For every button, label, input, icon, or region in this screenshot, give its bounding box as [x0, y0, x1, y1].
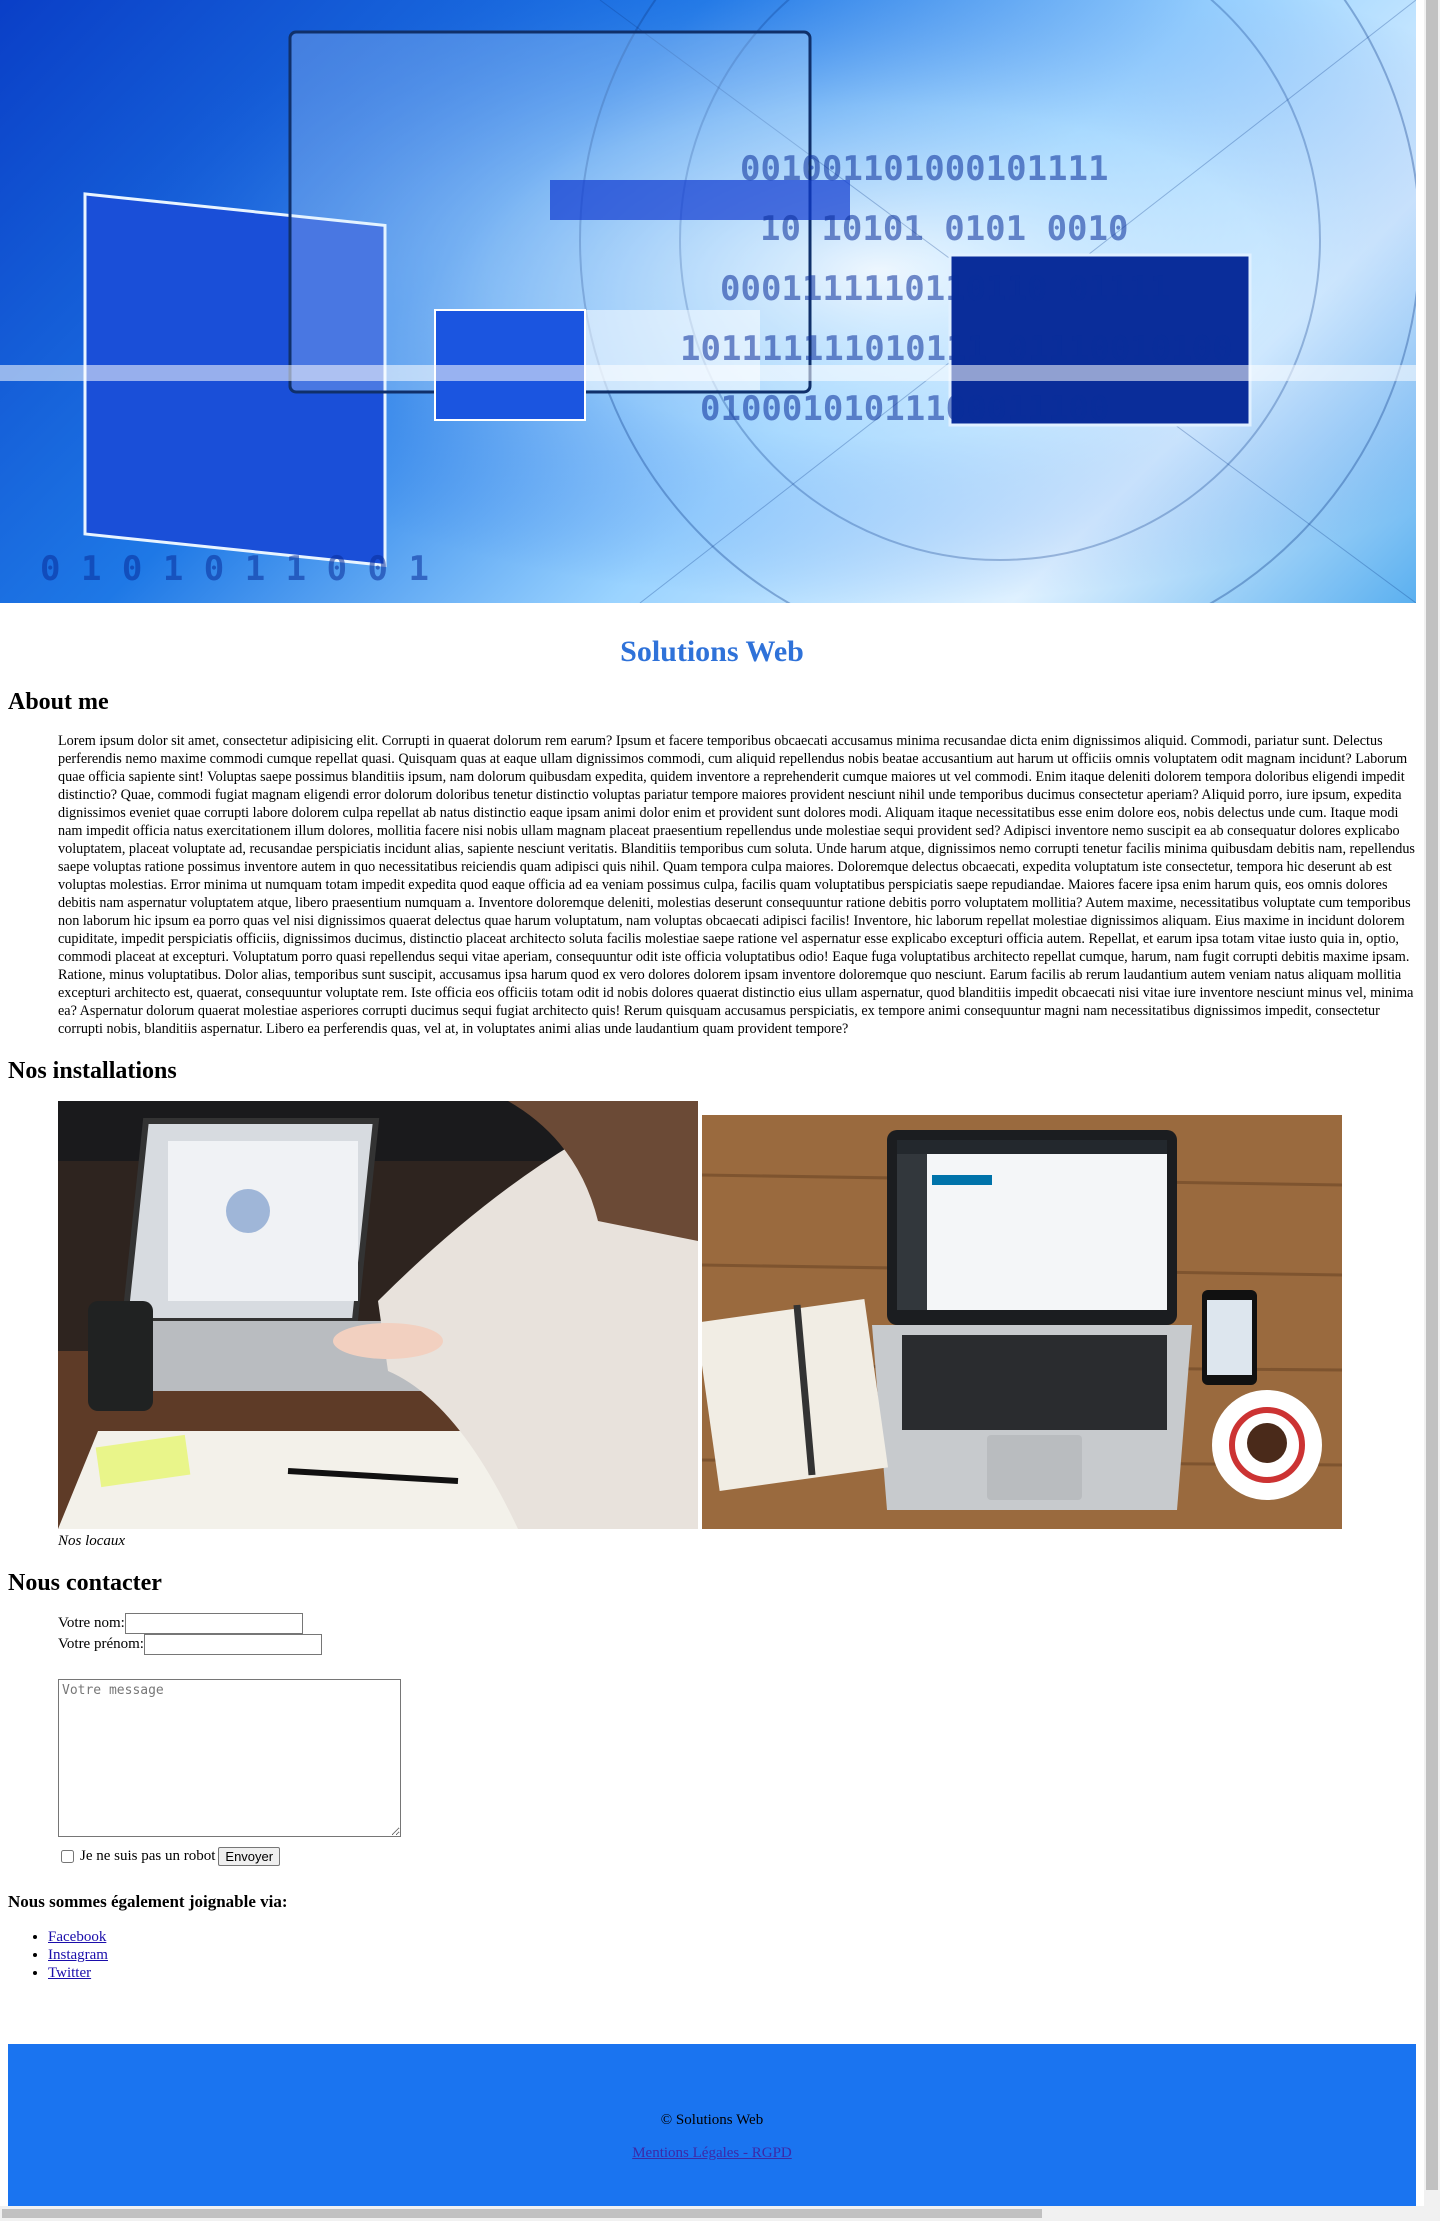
contact-form: Votre nom: Votre prénom: Je ne suis pas … — [58, 1613, 1416, 1868]
laptop-typing-photo — [58, 1101, 698, 1529]
copyright-text: © Solutions Web — [660, 2112, 764, 2128]
photos-caption: Nos locaux — [58, 1533, 126, 1549]
site-footer: © Solutions Web Mentions Légales - RGPD — [8, 2044, 1416, 2212]
social-heading: Nous sommes également joignable via: — [8, 1892, 288, 1911]
installations-figure: Nos locaux — [58, 1101, 1416, 1550]
contact-section: Nous contacter Votre nom: Votre prénom: … — [8, 1570, 1416, 1868]
contact-heading: Nous contacter — [8, 1570, 162, 1596]
name-input[interactable] — [124, 1613, 303, 1634]
horizontal-scrollbar[interactable] — [0, 2206, 1440, 2221]
list-item: Instagram — [48, 1946, 1416, 1964]
about-paragraph: Lorem ipsum dolor sit amet, consectetur … — [58, 733, 1415, 1037]
twitter-link[interactable]: Twitter — [48, 1965, 91, 1981]
firstname-input[interactable] — [143, 1634, 322, 1655]
robot-label: Je ne suis pas un robot — [80, 1847, 216, 1864]
list-item: Facebook — [48, 1928, 1416, 1946]
installations-section: Nos installations Nos locaux — [8, 1058, 1416, 1550]
vertical-scrollbar[interactable] — [1424, 0, 1440, 2206]
legal-link[interactable]: Mentions Légales - RGPD — [632, 2145, 792, 2161]
submit-button[interactable]: Envoyer — [218, 1846, 281, 1866]
horizontal-scrollbar-thumb[interactable] — [2, 2209, 1042, 2218]
list-item: Twitter — [48, 1964, 1416, 1982]
about-section: About me Lorem ipsum dolor sit amet, con… — [8, 689, 1416, 1038]
name-label: Votre nom: — [58, 1615, 125, 1631]
about-heading: About me — [8, 689, 109, 715]
site-title: Solutions Web — [620, 635, 804, 668]
installations-heading: Nos installations — [8, 1058, 177, 1084]
robot-checkbox[interactable] — [61, 1849, 74, 1863]
laptop-desk-photo — [702, 1115, 1342, 1529]
message-textarea[interactable] — [58, 1679, 401, 1837]
firstname-label: Votre prénom: — [58, 1636, 144, 1652]
instagram-link[interactable]: Instagram — [48, 1947, 108, 1963]
vertical-scrollbar-thumb[interactable] — [1426, 0, 1438, 2190]
facebook-link[interactable]: Facebook — [48, 1929, 106, 1945]
social-section: Nous sommes également joignable via: Fac… — [8, 1892, 1416, 1982]
social-links-list: Facebook Instagram Twitter — [8, 1928, 1416, 1982]
